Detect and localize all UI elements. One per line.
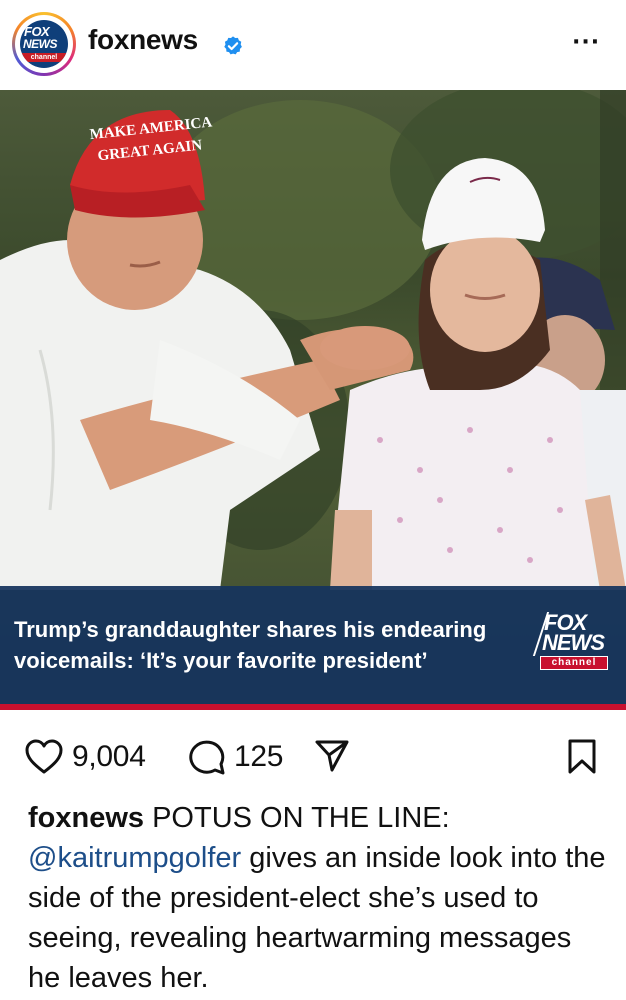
avatar-inner: FOX NEWS channel — [15, 15, 73, 73]
post-image[interactable]: MAKE AMERICA GREAT AGAIN Trump’s grandda… — [0, 90, 626, 710]
like-button[interactable]: 9,004 — [24, 738, 146, 776]
action-bar: 9,004 125 — [0, 724, 626, 788]
comment-bubble-icon — [189, 740, 225, 775]
send-paper-plane-icon — [315, 740, 349, 772]
fox-news-logo: FOX NEWS channel — [20, 20, 68, 68]
caption-username[interactable]: foxnews — [28, 802, 144, 834]
post-caption: foxnews POTUS ON THE LINE: @kaitrumpgolf… — [28, 798, 608, 998]
avatar-logo-news: NEWS — [23, 37, 58, 51]
caption-text-lead: POTUS ON THE LINE: — [144, 802, 450, 834]
heart-icon — [25, 739, 63, 774]
avatar-logo-channel: channel — [22, 53, 66, 62]
comment-count: 125 — [234, 740, 284, 773]
share-button[interactable] — [314, 738, 350, 774]
bug-channel: channel — [540, 656, 608, 670]
like-count: 9,004 — [72, 740, 146, 773]
profile-avatar[interactable]: FOX NEWS channel — [12, 12, 76, 76]
comment-button[interactable]: 125 — [188, 738, 283, 776]
verified-badge-icon — [224, 36, 242, 55]
bug-news: NEWS — [542, 630, 605, 655]
bookmark-icon — [568, 739, 596, 774]
save-button[interactable] — [566, 738, 598, 776]
banner-headline: Trump’s granddaughter shares his endeari… — [14, 617, 487, 673]
more-options-icon[interactable]: ··· — [572, 30, 600, 55]
username-link[interactable]: foxnews — [88, 24, 198, 56]
banner-red-stripe — [0, 704, 626, 710]
post-header: FOX NEWS channel foxnews ··· — [0, 0, 626, 90]
caption-mention-link[interactable]: @kaitrumpgolfer — [28, 842, 241, 874]
news-banner: Trump’s granddaughter shares his endeari… — [0, 586, 626, 710]
fox-news-bug-logo: FOX NEWS channel — [532, 610, 616, 678]
